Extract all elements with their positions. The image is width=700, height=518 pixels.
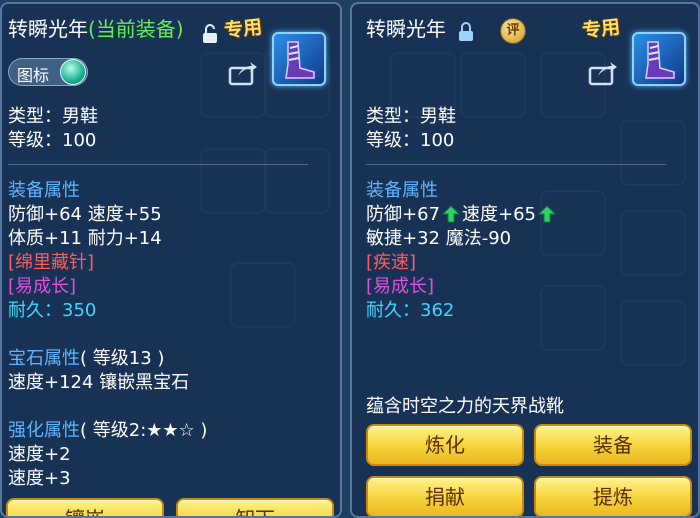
toggle-knob: [60, 59, 86, 85]
unlock-icon[interactable]: [202, 24, 218, 44]
special-skill: [绵里藏针]: [8, 252, 95, 273]
item-type: 类型：男鞋: [8, 106, 98, 127]
attr-line: 敏捷+32 魔法-90: [366, 228, 512, 249]
special-trait: [易成长]: [366, 276, 435, 297]
share-icon[interactable]: [588, 60, 618, 86]
lock-icon[interactable]: [458, 22, 474, 42]
enhance-header: 强化属性: [8, 420, 80, 441]
compare-item-panel: 转瞬光年 评 专用 类型：男鞋 等级：100 装备属性 防御+67 速度+65 敏…: [350, 2, 700, 518]
enhance-level: ( 等级2:★★☆ ): [80, 420, 208, 441]
item-level: 等级：100: [366, 130, 455, 151]
durability-value: 362: [420, 300, 455, 321]
divider: [8, 164, 308, 165]
item-title: 转瞬光年(当前装备): [8, 17, 184, 41]
evaluate-icon[interactable]: 评: [500, 18, 526, 44]
unload-button[interactable]: 卸下: [176, 498, 334, 516]
attr-line: 防御+64 速度+55: [8, 204, 162, 225]
attr-line: 体质+11 耐力+14: [8, 228, 162, 249]
divider: [366, 164, 666, 165]
attr-speed: 速度+65: [462, 204, 536, 225]
durability: 耐久：350: [8, 300, 97, 321]
item-level: 等级：100: [8, 130, 97, 151]
gem-header-row: 宝石属性( 等级13 ): [8, 348, 164, 370]
item-title: 转瞬光年: [366, 17, 446, 41]
enhance-line: 速度+3: [8, 468, 71, 489]
durability: 耐久：362: [366, 300, 455, 321]
durability-value: 350: [62, 300, 97, 321]
refine-button[interactable]: 炼化: [366, 424, 524, 466]
equipped-tag: (当前装备): [88, 17, 184, 41]
inlay-button[interactable]: 镶嵌: [6, 498, 164, 516]
boots-item-icon: [632, 32, 686, 86]
gem-line: 速度+124 镶嵌黑宝石: [8, 372, 190, 393]
item-type: 类型：男鞋: [366, 106, 456, 127]
special-skill: [疾速]: [366, 252, 417, 273]
enhance-line: 速度+2: [8, 444, 71, 465]
up-arrow-icon: [442, 205, 460, 223]
exclusive-badge: 专用: [223, 16, 264, 42]
enhance-header-row: 强化属性( 等级2:★★☆ ): [8, 420, 207, 442]
icon-toggle[interactable]: 图标: [8, 58, 88, 86]
toggle-label: 图标: [17, 66, 50, 85]
share-icon[interactable]: [228, 60, 258, 86]
donate-button[interactable]: 捐献: [366, 476, 524, 516]
attr-defense: 防御+67: [366, 204, 440, 225]
special-trait: [易成长]: [8, 276, 77, 297]
attr-header: 装备属性: [366, 180, 438, 201]
extract-button[interactable]: 提炼: [534, 476, 692, 516]
boots-item-icon: [272, 32, 326, 86]
up-arrow-icon: [538, 205, 556, 223]
exclusive-badge: 专用: [581, 16, 622, 42]
item-description: 蕴含时空之力的天界战靴: [366, 396, 564, 417]
attr-header: 装备属性: [8, 180, 80, 201]
gem-header: 宝石属性: [8, 348, 80, 369]
equip-button[interactable]: 装备: [534, 424, 692, 466]
equipped-item-panel: 转瞬光年(当前装备) 专用 图标 类型：男鞋 等级：100 装备属性 防御+64…: [0, 2, 342, 518]
gem-level: ( 等级13 ): [80, 348, 165, 369]
attr-line: 防御+67 速度+65: [366, 204, 558, 226]
